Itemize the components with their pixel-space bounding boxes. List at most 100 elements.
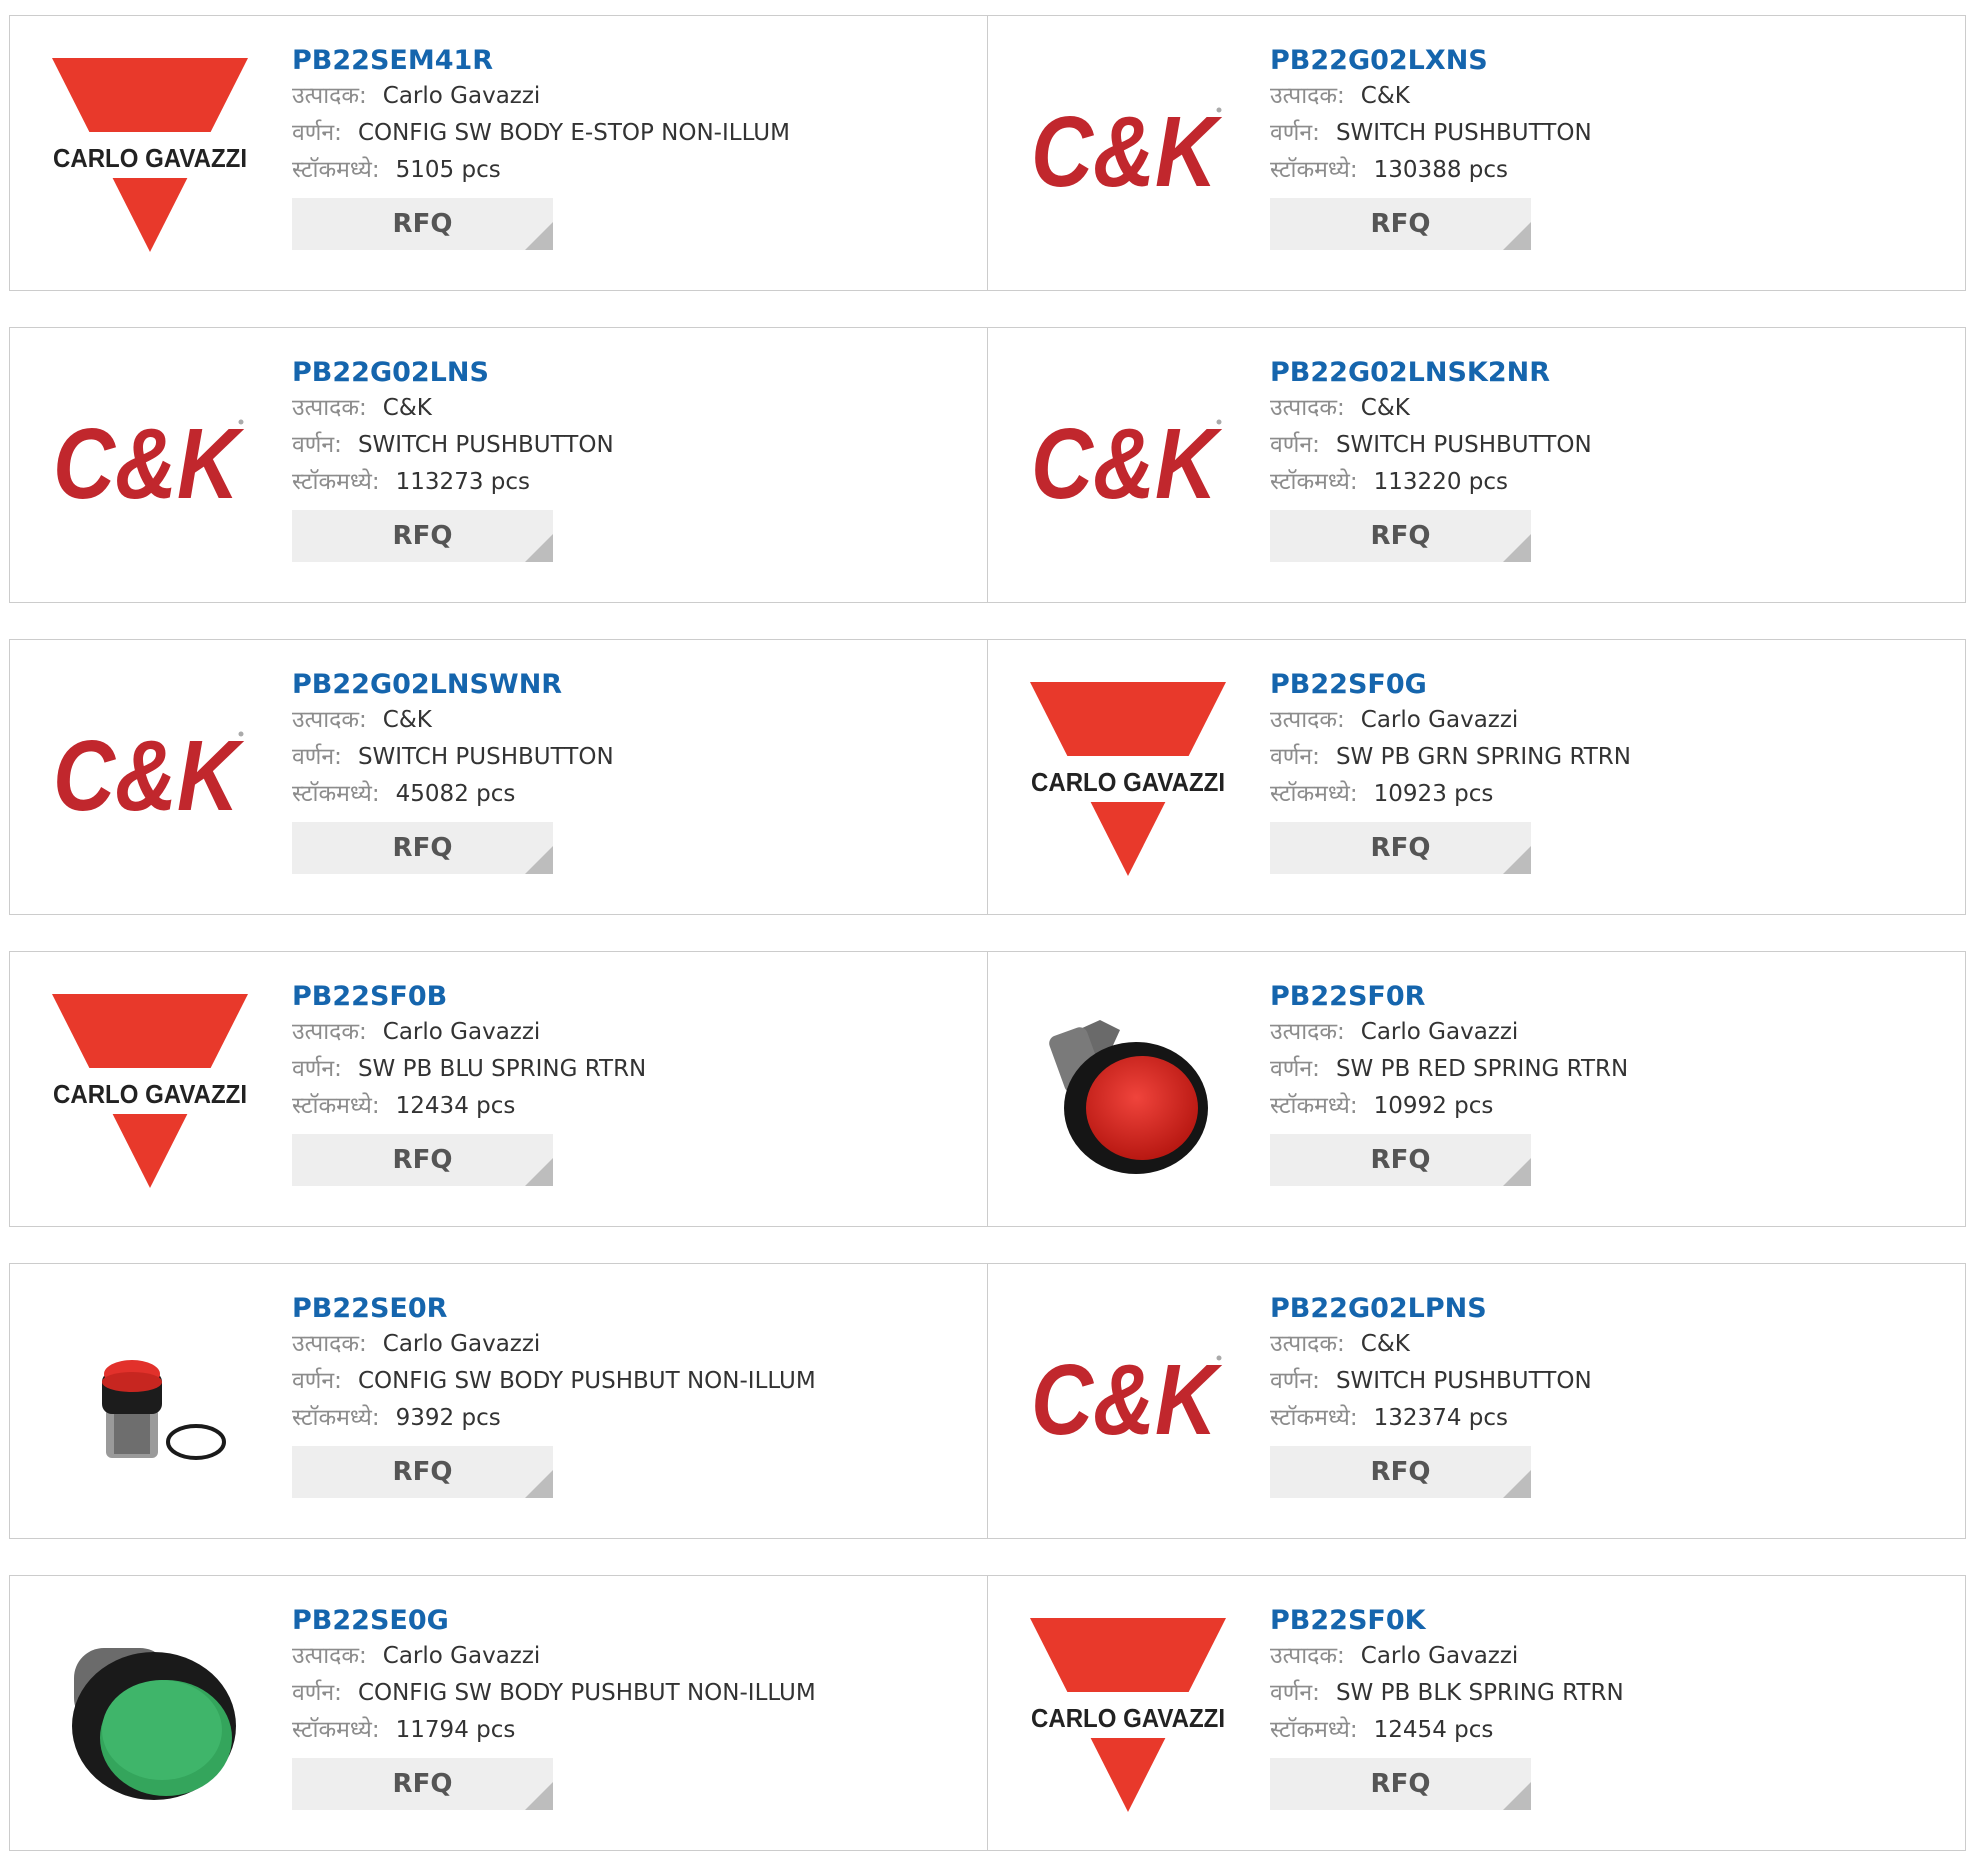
description-label: वर्णन: — [1270, 1680, 1320, 1706]
product-image[interactable]: CARLO GAVAZZI — [50, 990, 250, 1190]
rfq-label: RFQ — [392, 833, 453, 863]
product-card: PB22SF0R उत्पादक: Carlo Gavazzi वर्णन: SW … — [987, 951, 1966, 1227]
part-number-link[interactable]: PB22SF0G — [1270, 668, 1945, 702]
product-image[interactable]: C&K — [1028, 1302, 1228, 1502]
description-value: SWITCH PUSHBUTTON — [1335, 120, 1592, 146]
part-number-link[interactable]: PB22SEM41R — [292, 44, 967, 78]
product-card: CARLO GAVAZZI PB22SF0G उत्पादक: Carlo Gav… — [987, 639, 1966, 915]
stock-row: स्टॉकमध्ये: 10992 pcs — [1270, 1088, 1945, 1125]
rfq-button[interactable]: RFQ — [1270, 822, 1531, 874]
part-number-link[interactable]: PB22G02LNSWNR — [292, 668, 967, 702]
rfq-label: RFQ — [392, 1769, 453, 1799]
part-number-link[interactable]: PB22SE0R — [292, 1292, 967, 1326]
rfq-button[interactable]: RFQ — [292, 198, 553, 250]
part-number-link[interactable]: PB22G02LXNS — [1270, 44, 1945, 78]
stock-value: 132374 pcs — [1373, 1405, 1508, 1431]
rfq-label: RFQ — [1370, 1457, 1431, 1487]
description-value: SW PB RED SPRING RTRN — [1335, 1056, 1629, 1082]
corner-triangle-icon — [525, 1158, 553, 1186]
product-card: C&K PB22G02LNSWNR उत्पादक: C&K वर्णन: SWIT… — [9, 639, 988, 915]
rfq-button[interactable]: RFQ — [292, 1758, 553, 1810]
product-card: C&K PB22G02LPNS उत्पादक: C&K वर्णन: SWITCH… — [987, 1263, 1966, 1539]
part-number-link[interactable]: PB22SF0K — [1270, 1604, 1945, 1638]
manufacturer-row: उत्पादक: C&K — [292, 390, 967, 427]
manufacturer-value: C&K — [382, 707, 432, 733]
rfq-label: RFQ — [392, 521, 453, 551]
rfq-button[interactable]: RFQ — [1270, 198, 1531, 250]
description-value: CONFIG SW BODY PUSHBUT NON-ILLUM — [357, 1680, 816, 1706]
rfq-button[interactable]: RFQ — [292, 1446, 553, 1498]
product-card: PB22SE0G उत्पादक: Carlo Gavazzi वर्णन: CON… — [9, 1575, 988, 1851]
manufacturer-row: उत्पादक: Carlo Gavazzi — [1270, 1014, 1945, 1051]
manufacturer-label: उत्पादक: — [1270, 1643, 1345, 1669]
description-value: CONFIG SW BODY E-STOP NON-ILLUM — [357, 120, 790, 146]
stock-value: 130388 pcs — [1373, 157, 1508, 183]
ck-logo-icon: C&K — [1031, 408, 1223, 520]
part-number-link[interactable]: PB22G02LNS — [292, 356, 967, 390]
product-image[interactable]: CARLO GAVAZZI — [1028, 678, 1228, 878]
manufacturer-label: उत्पादक: — [292, 1331, 367, 1357]
manufacturer-label: उत्पादक: — [292, 83, 367, 109]
ck-logo-icon: C&K — [1031, 96, 1223, 208]
description-label: वर्णन: — [1270, 744, 1320, 770]
stock-label: स्टॉकमध्ये: — [1270, 1093, 1358, 1119]
part-number-link[interactable]: PB22G02LPNS — [1270, 1292, 1945, 1326]
part-number-link[interactable]: PB22SF0R — [1270, 980, 1945, 1014]
product-image[interactable]: C&K — [50, 678, 250, 878]
description-row: वर्णन: SW PB BLK SPRING RTRN — [1270, 1675, 1945, 1712]
manufacturer-label: उत्पादक: — [1270, 707, 1345, 733]
description-row: वर्णन: CONFIG SW BODY PUSHBUT NON-ILLUM — [292, 1675, 967, 1712]
part-number-link[interactable]: PB22G02LNSK2NR — [1270, 356, 1945, 390]
rfq-button[interactable]: RFQ — [292, 510, 553, 562]
corner-triangle-icon — [1503, 1158, 1531, 1186]
rfq-button[interactable]: RFQ — [292, 822, 553, 874]
rfq-label: RFQ — [392, 1145, 453, 1175]
product-image[interactable]: CARLO GAVAZZI — [50, 54, 250, 254]
stock-value: 12434 pcs — [395, 1093, 516, 1119]
stock-row: स्टॉकमध्ये: 130388 pcs — [1270, 152, 1945, 189]
description-value: SW PB BLU SPRING RTRN — [357, 1056, 647, 1082]
product-card: CARLO GAVAZZI PB22SEM41R उत्पादक: Carlo G… — [9, 15, 988, 291]
manufacturer-value: Carlo Gavazzi — [382, 1643, 541, 1669]
stock-value: 113273 pcs — [395, 469, 530, 495]
part-number-link[interactable]: PB22SE0G — [292, 1604, 967, 1638]
stock-value: 10923 pcs — [1373, 781, 1494, 807]
manufacturer-value: C&K — [1360, 83, 1410, 109]
description-label: वर्णन: — [1270, 432, 1320, 458]
description-label: वर्णन: — [292, 432, 342, 458]
product-image[interactable]: C&K — [1028, 54, 1228, 254]
corner-triangle-icon — [1503, 222, 1531, 250]
rfq-button[interactable]: RFQ — [1270, 1446, 1531, 1498]
product-info: PB22G02LPNS उत्पादक: C&K वर्णन: SWITCH PUS… — [1270, 1292, 1945, 1498]
product-card: PB22SE0R उत्पादक: Carlo Gavazzi वर्णन: CON… — [9, 1263, 988, 1539]
product-image[interactable] — [50, 1302, 250, 1502]
product-image[interactable] — [1028, 990, 1228, 1190]
rfq-button[interactable]: RFQ — [1270, 1758, 1531, 1810]
product-info: PB22SF0K उत्पादक: Carlo Gavazzi वर्णन: SW … — [1270, 1604, 1945, 1810]
rfq-button[interactable]: RFQ — [1270, 510, 1531, 562]
product-image[interactable]: C&K — [50, 366, 250, 566]
stock-row: स्टॉकमध्ये: 113273 pcs — [292, 464, 967, 501]
corner-triangle-icon — [525, 846, 553, 874]
description-label: वर्णन: — [1270, 120, 1320, 146]
manufacturer-label: उत्पादक: — [292, 1643, 367, 1669]
product-image[interactable]: C&K — [1028, 366, 1228, 566]
stock-row: स्टॉकमध्ये: 10923 pcs — [1270, 776, 1945, 813]
product-image[interactable]: CARLO GAVAZZI — [1028, 1614, 1228, 1814]
product-image[interactable] — [50, 1614, 250, 1814]
stock-value: 12454 pcs — [1373, 1717, 1494, 1743]
rfq-button[interactable]: RFQ — [1270, 1134, 1531, 1186]
stock-label: स्टॉकमध्ये: — [292, 1717, 380, 1743]
corner-triangle-icon — [525, 1470, 553, 1498]
description-label: वर्णन: — [1270, 1056, 1320, 1082]
rfq-button[interactable]: RFQ — [292, 1134, 553, 1186]
manufacturer-value: Carlo Gavazzi — [1360, 707, 1519, 733]
manufacturer-label: उत्पादक: — [292, 707, 367, 733]
manufacturer-row: उत्पादक: Carlo Gavazzi — [292, 78, 967, 115]
manufacturer-label: उत्पादक: — [1270, 395, 1345, 421]
red-pushbutton-icon — [1049, 1020, 1208, 1174]
description-label: वर्णन: — [292, 1680, 342, 1706]
part-number-link[interactable]: PB22SF0B — [292, 980, 967, 1014]
stock-label: स्टॉकमध्ये: — [1270, 1717, 1358, 1743]
product-info: PB22SF0R उत्पादक: Carlo Gavazzi वर्णन: SW … — [1270, 980, 1945, 1186]
